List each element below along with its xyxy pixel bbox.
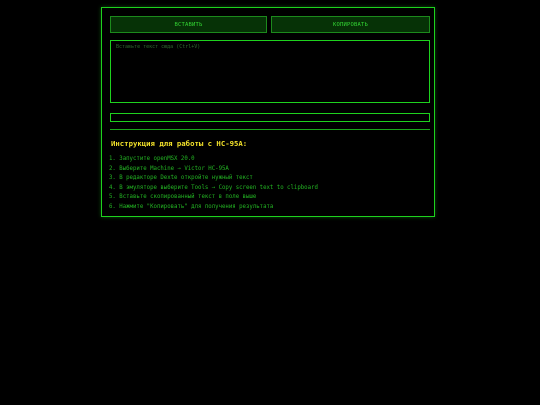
output-field[interactable] [110,113,430,122]
paste-button[interactable]: ВСТАВИТЬ [110,16,267,33]
instruction-step: 4. В эмуляторе выберите Tools → Copy scr… [109,184,318,191]
divider [110,129,430,130]
instruction-step: 6. Нажмите "Копировать" для получения ре… [109,203,274,210]
instruction-step: 5. Вставьте скопированный текст в поле в… [109,194,257,201]
instructions-list: 1. Запустите openMSX 20.0 2. Выберите Ma… [109,155,318,213]
input-textarea[interactable]: Вставьте текст сюда (Ctrl+V) [110,40,430,103]
converter-panel: ВСТАВИТЬ КОПИРОВАТЬ Вставьте текст сюда … [101,7,435,217]
instruction-step: 3. В редакторе Dexte откройте нужный тек… [109,175,253,182]
instruction-step: 2. Выберите Machine → Victor HC-95A [109,165,229,172]
instruction-step: 1. Запустите openMSX 20.0 [109,156,195,162]
copy-button[interactable]: КОПИРОВАТЬ [271,16,430,33]
instructions-title: Инструкция для работы с HC-95A: [111,139,248,148]
